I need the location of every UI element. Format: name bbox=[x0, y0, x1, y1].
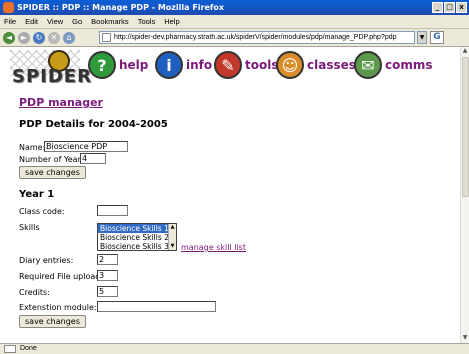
comms-icon: ✉ bbox=[354, 51, 382, 79]
credits-label: Credits: bbox=[19, 288, 50, 297]
skills-listbox[interactable]: Bioscience Skills 1 Bioscience Skills 2 … bbox=[97, 223, 177, 251]
nav-tools-label: tools bbox=[245, 58, 279, 72]
address-bar[interactable]: http://spider-dev.pharmacy.strath.ac.uk/… bbox=[99, 31, 415, 44]
nav-help[interactable]: ? help bbox=[88, 51, 148, 79]
year-title: Year 1 bbox=[19, 189, 55, 200]
page-scroll-up-icon[interactable]: ▲ bbox=[461, 47, 469, 55]
skills-option-2[interactable]: Bioscience Skills 2 bbox=[98, 233, 176, 242]
firefox-app-icon bbox=[3, 2, 14, 13]
save-changes-button[interactable]: save changes bbox=[19, 166, 86, 179]
diary-label: Diary entries: bbox=[19, 256, 74, 265]
nav-classes[interactable]: ☺ classes bbox=[276, 51, 356, 79]
class-code-input[interactable] bbox=[97, 205, 128, 216]
save-changes-button-2[interactable]: save changes bbox=[19, 315, 86, 328]
address-url: http://spider-dev.pharmacy.strath.ac.uk/… bbox=[114, 34, 397, 41]
reload-icon[interactable]: ↻ bbox=[33, 31, 45, 44]
skills-option-1[interactable]: Bioscience Skills 1 bbox=[98, 224, 176, 233]
window-titlebar: SPIDER :: PDP :: Manage PDP - Mozilla Fi… bbox=[0, 0, 469, 15]
page-scroll-down-icon[interactable]: ▼ bbox=[461, 334, 469, 342]
scroll-down-icon[interactable]: ▼ bbox=[169, 243, 176, 250]
page-scrollbar[interactable]: ▲ ▼ bbox=[460, 47, 469, 343]
class-code-label: Class code: bbox=[19, 207, 65, 216]
menu-bar: File Edit View Go Bookmarks Tools Help bbox=[0, 15, 469, 29]
maximize-button[interactable]: □ bbox=[444, 2, 455, 13]
page-scroll-thumb[interactable] bbox=[462, 57, 469, 197]
close-button[interactable]: x bbox=[456, 2, 467, 13]
extension-input[interactable] bbox=[97, 301, 216, 312]
menu-file[interactable]: File bbox=[4, 17, 16, 26]
home-icon[interactable]: ⌂ bbox=[63, 31, 75, 44]
extension-label: Extenstion module: bbox=[19, 303, 97, 312]
manage-skill-list-link[interactable]: manage skill list bbox=[181, 243, 246, 252]
window-controls: _ □ x bbox=[432, 2, 467, 13]
menu-tools[interactable]: Tools bbox=[138, 17, 156, 26]
page-icon bbox=[102, 33, 111, 42]
name-label: Name: bbox=[19, 143, 46, 152]
menu-go[interactable]: Go bbox=[72, 17, 82, 26]
skills-label: Skills bbox=[19, 223, 40, 232]
pdp-details-title: PDP Details for 2004-2005 bbox=[19, 119, 168, 130]
status-bar: Done bbox=[0, 343, 469, 354]
tools-icon: ✎ bbox=[214, 51, 242, 79]
classes-icon: ☺ bbox=[276, 51, 304, 79]
menu-bookmarks[interactable]: Bookmarks bbox=[91, 17, 129, 26]
nav-classes-label: classes bbox=[307, 58, 356, 72]
help-icon: ? bbox=[88, 51, 116, 79]
go-button[interactable]: G bbox=[430, 31, 444, 44]
nav-help-label: help bbox=[119, 58, 149, 72]
forward-icon[interactable]: ► bbox=[18, 31, 30, 44]
nav-info[interactable]: i info bbox=[155, 51, 212, 79]
uploads-input[interactable]: 3 bbox=[97, 270, 118, 281]
menu-help[interactable]: Help bbox=[164, 17, 179, 26]
address-dropdown-icon[interactable]: ▼ bbox=[417, 31, 427, 44]
nav-comms-label: comms bbox=[385, 58, 433, 72]
uploads-label: Required File uploads: bbox=[19, 272, 108, 281]
status-text: Done bbox=[20, 345, 37, 352]
credits-input[interactable]: 5 bbox=[97, 286, 118, 297]
minimize-button[interactable]: _ bbox=[432, 2, 443, 13]
window-title: SPIDER :: PDP :: Manage PDP - Mozilla Fi… bbox=[17, 3, 225, 12]
back-icon[interactable]: ◄ bbox=[3, 31, 15, 44]
skills-scrollbar[interactable]: ▲ ▼ bbox=[168, 224, 176, 250]
stop-icon[interactable]: ✕ bbox=[48, 31, 60, 44]
nav-tools[interactable]: ✎ tools bbox=[214, 51, 278, 79]
name-input[interactable]: Bioscience PDP bbox=[44, 141, 128, 152]
navigation-toolbar: ◄ ► ↻ ✕ ⌂ http://spider-dev.pharmacy.str… bbox=[0, 29, 469, 47]
diary-input[interactable]: 2 bbox=[97, 254, 118, 265]
years-input[interactable]: 4 bbox=[80, 153, 106, 164]
status-icon bbox=[4, 345, 16, 353]
logo-text: SPIDER bbox=[12, 66, 92, 87]
info-icon: i bbox=[155, 51, 183, 79]
nav-comms[interactable]: ✉ comms bbox=[354, 51, 433, 79]
years-label: Number of Years: bbox=[19, 155, 88, 164]
menu-view[interactable]: View bbox=[47, 17, 63, 26]
scroll-up-icon[interactable]: ▲ bbox=[169, 224, 176, 231]
menu-edit[interactable]: Edit bbox=[25, 17, 38, 26]
skills-option-3[interactable]: Bioscience Skills 3 bbox=[98, 242, 176, 250]
page-content: SPIDER ? help i info ✎ tools ☺ classes ✉… bbox=[0, 47, 460, 343]
spider-logo[interactable]: SPIDER bbox=[10, 50, 91, 88]
nav-info-label: info bbox=[186, 58, 213, 72]
page-heading-link[interactable]: PDP manager bbox=[19, 96, 103, 109]
